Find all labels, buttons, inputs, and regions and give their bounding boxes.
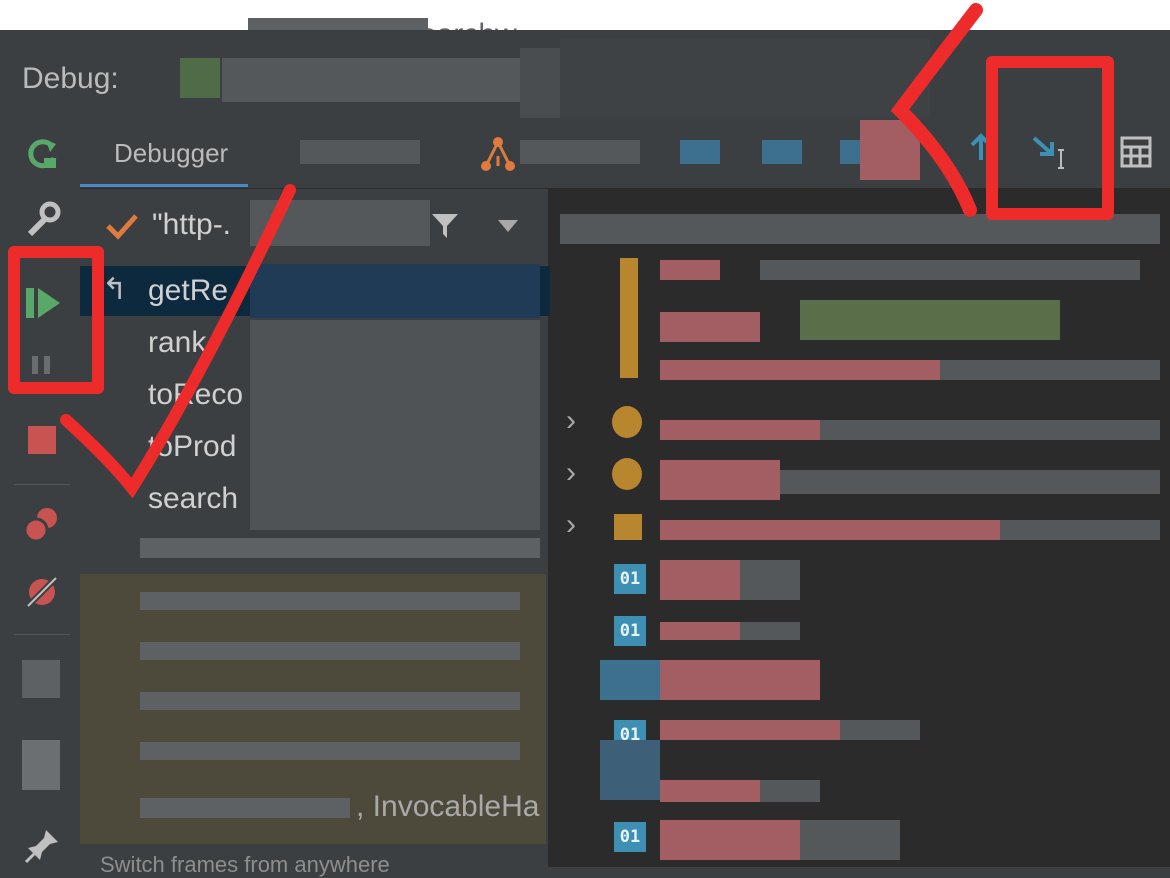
annotation-strokes xyxy=(60,3,983,499)
